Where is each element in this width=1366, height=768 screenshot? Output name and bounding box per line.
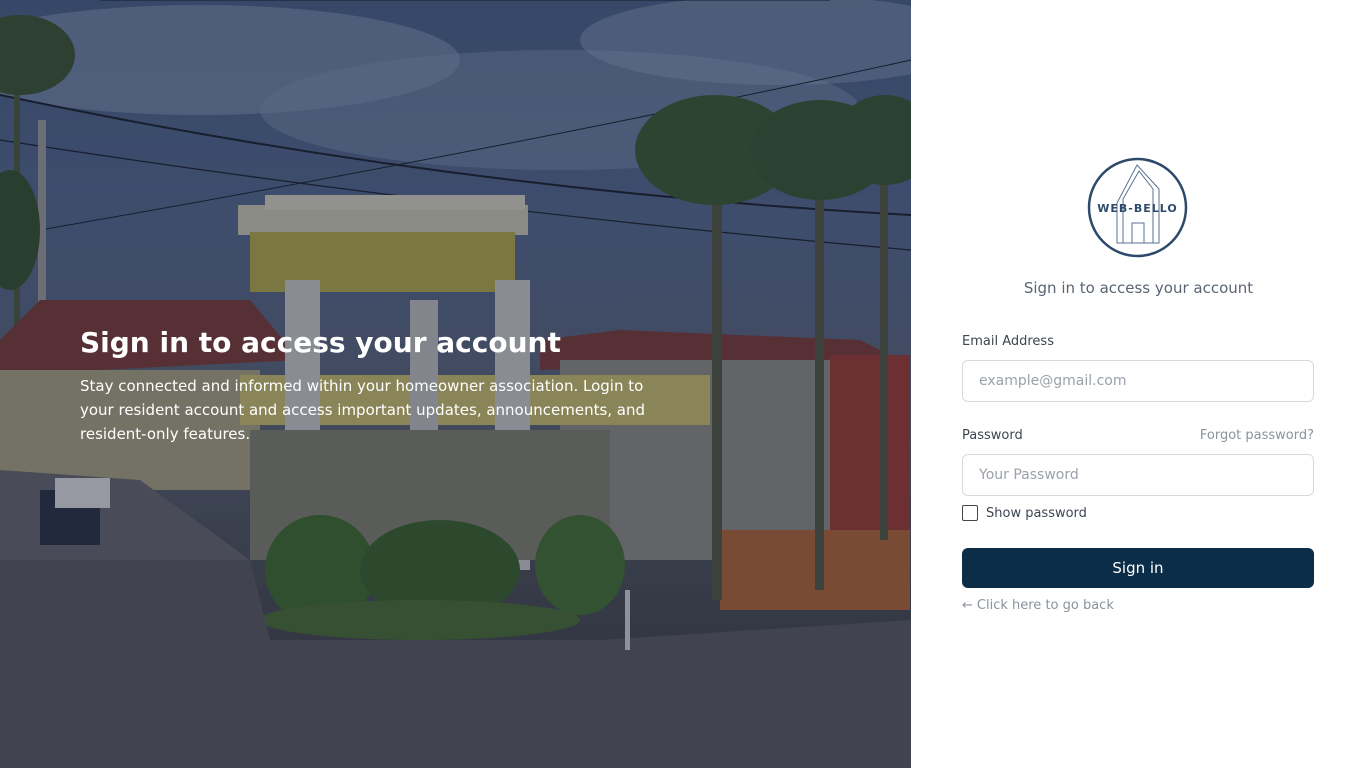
hero-subtitle: Stay connected and informed within your …: [80, 377, 646, 443]
show-password-label: Show password: [986, 505, 1087, 521]
forgot-password-link[interactable]: Forgot password?: [1200, 428, 1314, 443]
email-label: Email Address: [962, 334, 1054, 349]
password-input[interactable]: [962, 454, 1314, 496]
web-bello-logo: WEB-BELLO: [1087, 157, 1188, 258]
hero-section: Sign in to access your account Stay conn…: [0, 0, 911, 768]
arrow-left-icon: ←: [962, 598, 973, 613]
show-password-row[interactable]: Show password: [962, 505, 1087, 521]
password-label: Password: [962, 428, 1023, 443]
go-back-link[interactable]: ← Click here to go back: [962, 598, 1114, 613]
email-input[interactable]: [962, 360, 1314, 402]
hero-text-block: Sign in to access your account Stay conn…: [80, 326, 660, 446]
sign-in-button[interactable]: Sign in: [962, 548, 1314, 588]
login-panel: WEB-BELLO Sign in to access your account…: [911, 0, 1366, 768]
go-back-label: Click here to go back: [976, 598, 1114, 613]
hero-title: Sign in to access your account: [80, 326, 561, 359]
show-password-checkbox[interactable]: [962, 505, 978, 521]
logo-text: WEB-BELLO: [1097, 202, 1177, 215]
form-subtitle: Sign in to access your account: [1023, 279, 1254, 297]
